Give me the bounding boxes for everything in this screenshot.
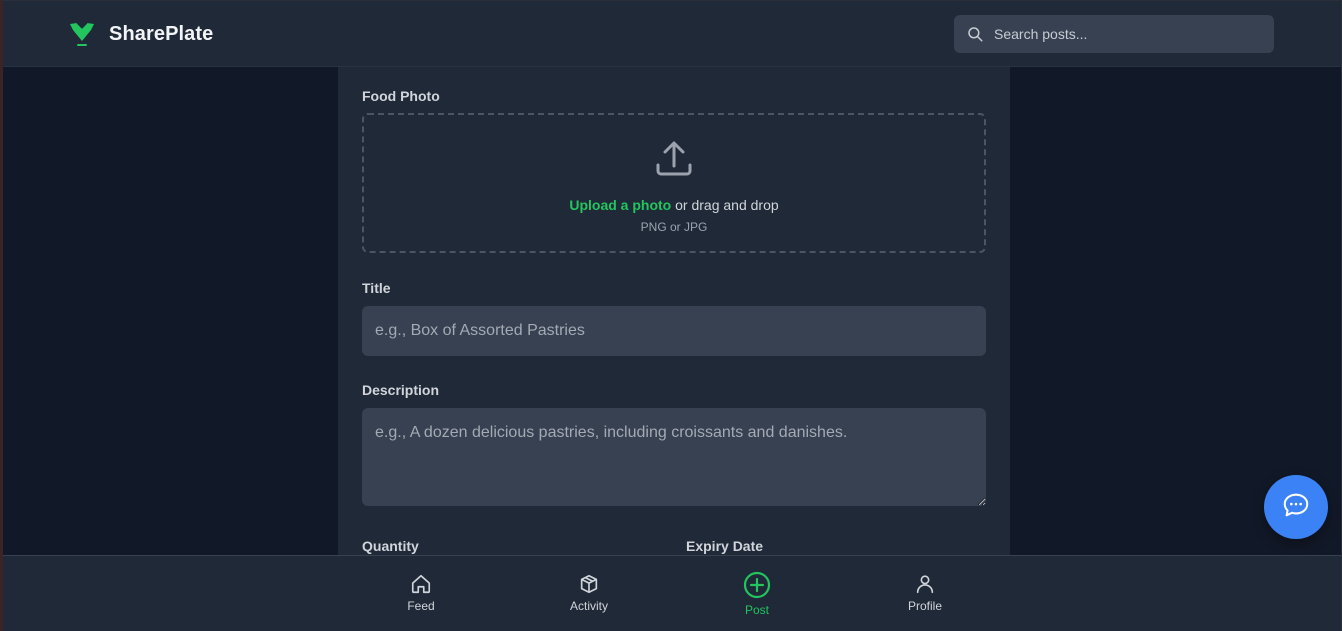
search-icon xyxy=(966,25,984,43)
title-input[interactable] xyxy=(362,306,986,356)
chat-bubble-icon xyxy=(1281,490,1311,525)
nav-label-feed: Feed xyxy=(407,599,435,613)
app-logo[interactable]: SharePlate xyxy=(67,19,213,49)
expiry-date-label: Expiry Date xyxy=(686,538,764,554)
title-label: Title xyxy=(362,280,391,296)
nav-item-feed[interactable]: Feed xyxy=(381,573,461,613)
app-window: SharePlate Food Photo Up xyxy=(0,0,1342,631)
nav-item-activity[interactable]: Activity xyxy=(549,573,629,613)
box-icon xyxy=(578,573,600,595)
file-type-hint: PNG or JPG xyxy=(640,220,708,234)
create-post-form: Food Photo Upload a photo or drag and dr… xyxy=(338,67,1010,557)
upload-instructions: Upload a photo or drag and drop xyxy=(364,197,984,213)
user-icon xyxy=(914,573,936,595)
shareplate-logo-icon xyxy=(67,19,97,49)
plus-circle-icon xyxy=(743,571,771,599)
nav-label-post: Post xyxy=(744,603,769,617)
nav-item-profile[interactable]: Profile xyxy=(885,573,965,613)
bottom-navigation: Feed Activity Post Profile xyxy=(3,555,1341,631)
drag-drop-text: or drag and drop xyxy=(671,197,779,213)
nav-label-activity: Activity xyxy=(569,599,608,613)
chat-button[interactable] xyxy=(1264,475,1328,539)
search-input[interactable] xyxy=(984,15,1274,53)
description-label: Description xyxy=(362,382,440,398)
nav-item-post[interactable]: Post xyxy=(717,571,797,617)
upload-photo-link[interactable]: Upload a photo xyxy=(569,197,671,213)
search-box[interactable] xyxy=(954,15,1274,53)
upload-icon xyxy=(654,139,694,179)
food-photo-label: Food Photo xyxy=(362,88,440,104)
nav-label-profile: Profile xyxy=(907,599,942,613)
quantity-label: Quantity xyxy=(362,538,419,554)
description-textarea[interactable] xyxy=(362,408,986,506)
home-icon xyxy=(410,573,432,595)
app-name: SharePlate xyxy=(109,22,214,45)
photo-dropzone[interactable]: Upload a photo or drag and drop PNG or J… xyxy=(362,113,986,253)
top-header: SharePlate xyxy=(3,1,1341,67)
